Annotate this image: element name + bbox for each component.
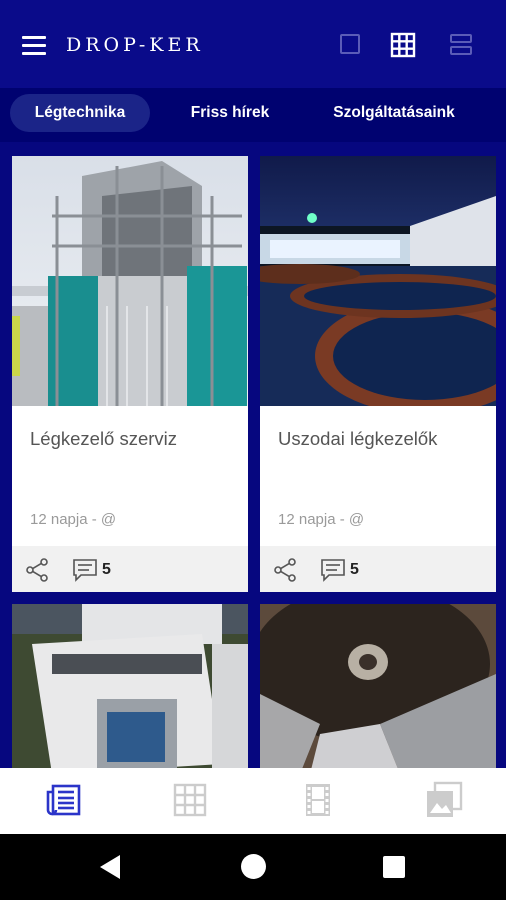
gallery-icon[interactable] xyxy=(424,780,464,820)
hamburger-menu-icon[interactable] xyxy=(22,34,46,58)
post-title[interactable]: Uszodai légkezelők xyxy=(278,428,437,450)
post-image xyxy=(260,604,496,774)
post-actions: 5 xyxy=(260,546,496,592)
post-meta: 12 napja - @ xyxy=(278,511,365,528)
category-tabs: Légtechnika Friss hírek Szolgáltatásaink xyxy=(0,88,506,142)
post-image xyxy=(12,156,248,406)
post-card[interactable]: Légkezelő szerviz 12 napja - @ 5 xyxy=(12,156,248,592)
news-icon[interactable] xyxy=(44,780,84,820)
home-icon[interactable] xyxy=(241,854,266,879)
list-view-icon[interactable] xyxy=(448,32,474,58)
app-brand-title: DROP-KER xyxy=(66,34,204,56)
post-image xyxy=(12,604,248,774)
post-actions: 5 xyxy=(12,546,248,592)
system-navigation-bar xyxy=(0,834,506,900)
comment-icon[interactable] xyxy=(72,558,98,582)
comment-count: 5 xyxy=(102,561,111,578)
comment-count: 5 xyxy=(350,561,359,578)
post-card[interactable] xyxy=(260,604,496,774)
post-title[interactable]: Légkezelő szerviz xyxy=(30,428,177,450)
comment-icon[interactable] xyxy=(320,558,346,582)
app-screen: DROP-KER Légtechnika Friss hírek Szolgál… xyxy=(0,0,506,834)
tab-friss-hirek[interactable]: Friss hírek xyxy=(170,94,290,132)
share-icon[interactable] xyxy=(24,557,50,583)
share-icon[interactable] xyxy=(272,557,298,583)
post-card[interactable] xyxy=(12,604,248,774)
top-app-bar: DROP-KER xyxy=(0,0,506,88)
recent-apps-icon[interactable] xyxy=(383,856,405,878)
tab-szolgaltatasaink[interactable]: Szolgáltatásaink xyxy=(312,94,476,132)
single-view-icon[interactable] xyxy=(338,32,364,58)
post-card[interactable]: Uszodai légkezelők 12 napja - @ 5 xyxy=(260,156,496,592)
post-meta: 12 napja - @ xyxy=(30,511,117,528)
grid-icon[interactable] xyxy=(170,780,210,820)
post-image xyxy=(260,156,496,406)
tab-legtechnika[interactable]: Légtechnika xyxy=(10,94,150,132)
film-icon[interactable] xyxy=(298,780,338,820)
grid-view-icon[interactable] xyxy=(390,32,416,58)
back-icon[interactable] xyxy=(100,855,120,879)
bottom-navigation xyxy=(0,768,506,834)
